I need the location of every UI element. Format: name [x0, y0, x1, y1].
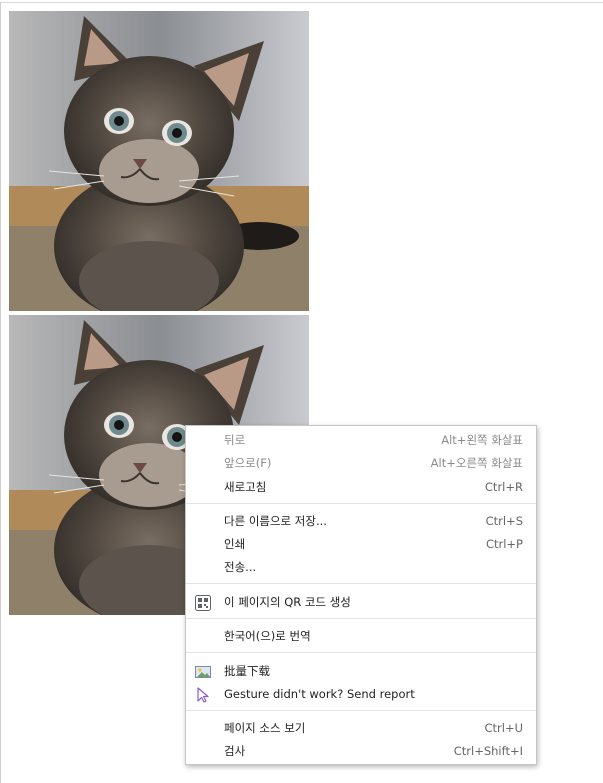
menu-item-print[interactable]: 인쇄 Ctrl+P: [186, 533, 536, 556]
menu-item-view-source-label: 페이지 소스 보기: [224, 721, 306, 735]
cursor-arrow-icon: [195, 687, 211, 703]
qr-code-icon: [195, 595, 211, 611]
menu-item-inspect-shortcut: Ctrl+Shift+I: [453, 744, 523, 758]
kitten-photo-illustration: [9, 11, 309, 311]
menu-item-view-source-shortcut: Ctrl+U: [484, 721, 523, 735]
menu-item-send[interactable]: 전송...: [186, 556, 536, 579]
page-left-border: [0, 2, 1, 783]
page-top-border: [0, 2, 603, 3]
menu-item-reload-shortcut: Ctrl+R: [484, 480, 523, 494]
menu-item-print-shortcut: Ctrl+P: [485, 537, 523, 551]
menu-item-inspect[interactable]: 검사 Ctrl+Shift+I: [186, 740, 536, 763]
menu-item-back-label: 뒤로: [224, 433, 246, 447]
menu-item-forward-shortcut: Alt+오른쪽 화살표: [430, 456, 523, 470]
menu-item-gesture-report[interactable]: Gesture didn't work? Send report: [186, 683, 536, 706]
menu-item-reload-label: 새로고침: [224, 480, 267, 494]
image-icon: [195, 664, 211, 680]
menu-item-batch-download-label: 批量下载: [224, 664, 270, 678]
menu-item-qr-code[interactable]: 이 페이지의 QR 코드 생성: [186, 591, 536, 614]
menu-item-save-as-label: 다른 이름으로 저장...: [224, 514, 327, 528]
menu-item-print-label: 인쇄: [224, 537, 246, 551]
menu-item-back[interactable]: 뒤로 Alt+왼쪽 화살표: [186, 429, 536, 452]
menu-item-view-source[interactable]: 페이지 소스 보기 Ctrl+U: [186, 717, 536, 740]
menu-item-translate[interactable]: 한국어(으)로 번역: [186, 625, 536, 648]
menu-item-back-shortcut: Alt+왼쪽 화살표: [441, 433, 523, 447]
menu-item-translate-label: 한국어(으)로 번역: [224, 629, 311, 643]
menu-item-send-label: 전송...: [224, 560, 257, 574]
menu-item-forward[interactable]: 앞으로(F) Alt+오른쪽 화살표: [186, 452, 536, 475]
menu-item-forward-label: 앞으로(F): [224, 456, 272, 470]
menu-item-inspect-label: 검사: [224, 744, 246, 758]
menu-separator: [186, 618, 536, 619]
menu-separator: [186, 652, 536, 653]
menu-item-qr-code-label: 이 페이지의 QR 코드 생성: [224, 595, 351, 609]
menu-item-save-as[interactable]: 다른 이름으로 저장... Ctrl+S: [186, 510, 536, 533]
menu-item-batch-download[interactable]: 批量下载: [186, 660, 536, 683]
menu-separator: [186, 710, 536, 711]
menu-separator: [186, 583, 536, 584]
menu-item-gesture-report-label: Gesture didn't work? Send report: [224, 687, 415, 701]
menu-separator: [186, 503, 536, 504]
context-menu: 뒤로 Alt+왼쪽 화살표 앞으로(F) Alt+오른쪽 화살표 새로고침 Ct…: [185, 425, 537, 765]
menu-item-save-as-shortcut: Ctrl+S: [485, 514, 523, 528]
menu-item-reload[interactable]: 새로고침 Ctrl+R: [186, 476, 536, 499]
kitten-image[interactable]: [9, 11, 309, 311]
